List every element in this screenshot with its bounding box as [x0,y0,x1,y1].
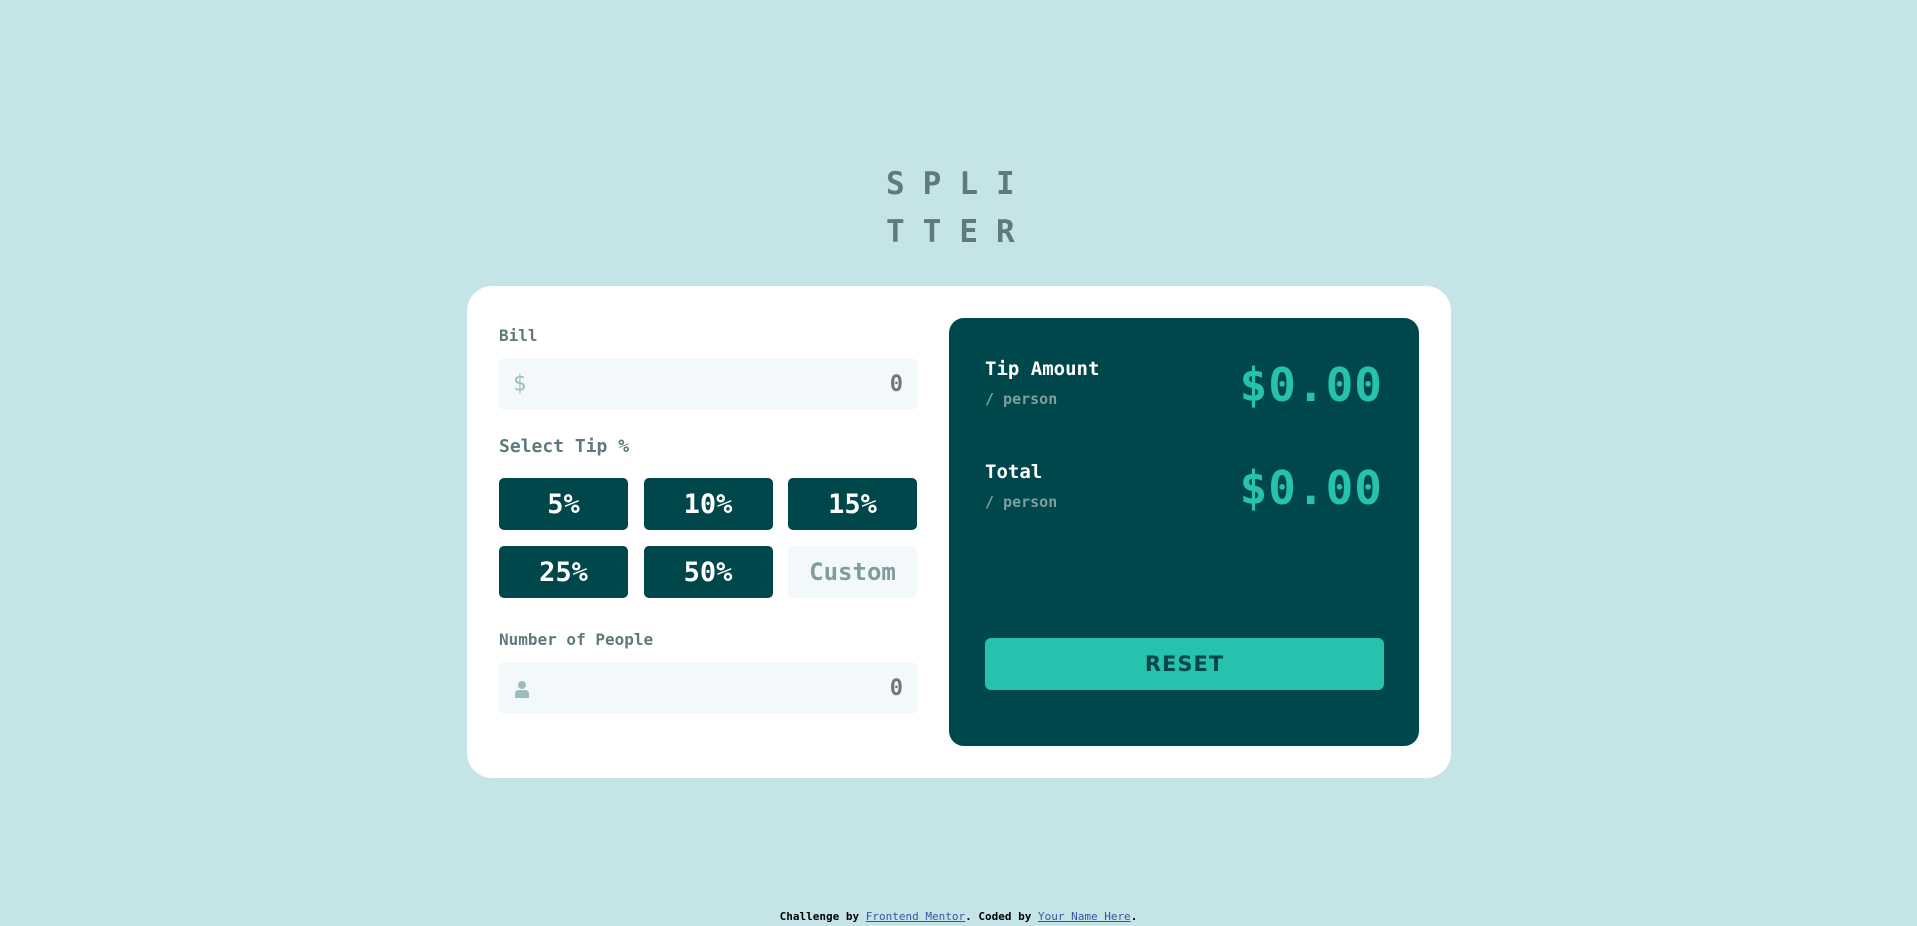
tip-button-5[interactable]: 5% [499,478,628,530]
tip-button-10[interactable]: 10% [643,478,773,530]
footer-middle: . Coded by [965,910,1038,923]
attribution-footer: Challenge by Frontend Mentor. Coded by Y… [0,910,1917,923]
person-icon [515,679,529,698]
bill-field: $ [499,358,917,410]
app-logo: SPLI TTER [886,160,1036,256]
tip-amount-subtitle: / person [985,390,1058,408]
logo-line-1: SPLI [886,166,1033,202]
tip-button-50[interactable]: 50% [643,546,773,598]
tip-amount-value: $0.00 [1239,358,1383,412]
custom-tip-input[interactable] [788,546,917,598]
tip-options: 5% 10% 15% 25% 50% [499,478,917,598]
total-subtitle: / person [985,493,1058,511]
footer-prefix: Challenge by [779,910,866,923]
frontend-mentor-link[interactable]: Frontend Mentor [866,910,965,923]
logo-line-2: TTER [886,214,1033,250]
calculator-card: Bill $ Select Tip % 5% 10% 15% 25% 50% N… [467,286,1451,778]
bill-input[interactable] [563,358,903,410]
people-input[interactable] [563,662,903,714]
bill-label: Bill [499,326,538,345]
people-field [499,662,917,714]
results-panel: Tip Amount / person $0.00 Total / person… [949,318,1419,746]
tip-button-15[interactable]: 15% [788,478,917,530]
total-value: $0.00 [1239,461,1383,515]
dollar-icon: $ [513,371,527,397]
reset-button[interactable]: RESET [985,638,1384,690]
footer-suffix: . [1130,910,1138,923]
select-tip-label: Select Tip % [499,436,630,457]
tip-button-25[interactable]: 25% [499,546,628,598]
total-title: Total [985,461,1043,483]
author-link[interactable]: Your Name Here [1038,910,1131,923]
people-label: Number of People [499,630,654,649]
tip-amount-title: Tip Amount [985,358,1100,380]
